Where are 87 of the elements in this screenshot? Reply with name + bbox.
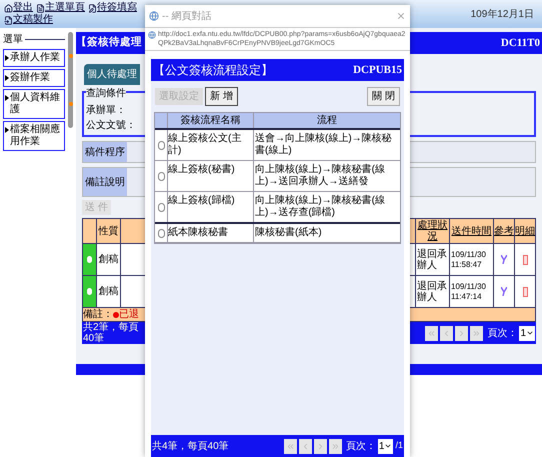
nav-link[interactable]: 登出 (4, 2, 33, 14)
sidebar-item[interactable]: 簽辦作業 (3, 69, 65, 87)
dialog-heading: 【公文簽核流程設定】 (153, 62, 273, 79)
field-label: 承辦單： (86, 105, 127, 116)
triangle-icon (5, 127, 9, 133)
table-cell: 線上簽核(歸檔) (168, 192, 254, 222)
close-button[interactable]: 關 閉 (367, 87, 400, 106)
table-cell: 退回承辦人 (415, 244, 449, 275)
nav-link[interactable]: 文稿製作 (4, 14, 53, 26)
detail-icon[interactable] (522, 286, 528, 296)
column-header: 性質 (97, 219, 121, 243)
browser-icon (149, 11, 159, 21)
radio-button[interactable] (158, 228, 164, 238)
close-icon[interactable] (396, 11, 406, 21)
first-page-button[interactable] (425, 326, 438, 340)
page-select[interactable]: 1 (378, 438, 394, 454)
double-chevron-right-icon (472, 328, 482, 338)
sidebar-item[interactable]: 檔案相關應用作業 (3, 121, 65, 151)
table-cell-text: 向上陳核(線上)→陳核秘書(線上)→送存查(歸檔) (254, 194, 386, 220)
browser-icon (148, 31, 156, 39)
nav-link[interactable]: 待簽填寫 (88, 2, 137, 14)
table-cell: 創稿 (97, 244, 121, 275)
table-cell: 線上簽核(秘書) (168, 161, 254, 191)
double-chevron-right-icon (330, 442, 340, 450)
dialog-code: DCPUB15 (353, 62, 402, 78)
note-text: 已退 (119, 308, 139, 322)
sidebar-title: 選單 (3, 33, 23, 47)
column-header: 簽核流程名稱 (168, 113, 254, 128)
next-page-button[interactable] (455, 326, 468, 340)
page-label: 頁次： (346, 440, 376, 454)
radio-button[interactable] (158, 202, 164, 212)
page-code: DC11T0 (500, 36, 540, 51)
reference-icon[interactable] (501, 255, 507, 264)
sidebar-item[interactable]: 承辦人作業 (3, 49, 65, 67)
record-count: 共2筆，每頁40筆 (83, 322, 140, 344)
tab[interactable]: 個人待處理 (84, 64, 140, 85)
radio-button[interactable] (158, 140, 164, 150)
column-header: 參考 (493, 219, 514, 243)
previous-page-button[interactable] (440, 326, 454, 340)
table-cell: 109/11/30 11:58:47 (449, 244, 493, 275)
date-text: 109年12月1日 (470, 8, 534, 22)
double-chevron-left-icon (286, 442, 295, 450)
radio-cell[interactable] (83, 244, 97, 275)
column-header: 明細 (514, 219, 535, 243)
table-cell-text: 陳核秘書(紙本) (254, 226, 323, 240)
table-cell-text: 向上陳核(線上)→陳核秘書(線上)→送回承辦人→送繕發 (254, 162, 386, 189)
page-label: 頁次： (487, 326, 518, 340)
table-cell: 創稿 (97, 276, 121, 307)
note-label: 備註： (83, 308, 113, 322)
detail-icon[interactable] (522, 254, 528, 264)
first-page-button[interactable] (284, 438, 297, 454)
triangle-icon (5, 55, 9, 61)
dialog-title: -- 網頁對話 (162, 10, 212, 24)
column-header: 流程 (316, 114, 338, 128)
dropdown-caret-icon (526, 329, 534, 337)
sidebar-item[interactable]: 個人資料維護 (3, 89, 65, 119)
table-cell: 紙本陳核秘書 (168, 224, 254, 242)
table-cell: 退回承辦人 (415, 276, 449, 307)
document-arrow-icon (4, 16, 13, 24)
table-cell-text: 送會→向上陳核(線上)→陳核秘書(線上) (254, 132, 393, 158)
reference-icon[interactable] (501, 287, 507, 296)
nav-link[interactable]: 主選單頁 (36, 2, 85, 14)
page-select[interactable]: 1 (519, 326, 535, 340)
home-icon (4, 4, 13, 12)
column-header: 處理狀況 (415, 219, 449, 243)
toolbar-button[interactable]: 新 增 (205, 87, 238, 106)
table-cell: 線上簽核公文(主計) (168, 130, 254, 160)
last-page-button[interactable] (470, 326, 484, 340)
field-label: 公文文號： (86, 120, 137, 131)
radio-button[interactable] (158, 172, 164, 180)
next-page-button[interactable] (314, 438, 327, 454)
double-chevron-left-icon (427, 328, 436, 338)
table-cell: 109/11/30 11:47:14 (449, 276, 493, 307)
triangle-icon (5, 95, 9, 101)
page-total: /1 (395, 439, 403, 452)
document-icon (36, 4, 45, 12)
pen-document-icon (88, 4, 97, 12)
sort-label: 稿件程序 (83, 142, 127, 162)
dropdown-caret-icon (384, 442, 392, 450)
radio-cell[interactable] (83, 276, 97, 307)
triangle-icon (5, 75, 9, 81)
remark-label: 備註說明 (83, 168, 127, 196)
previous-page-button[interactable] (298, 438, 312, 454)
last-page-button[interactable] (328, 438, 342, 454)
page-title: 【簽核待處理 (76, 35, 142, 50)
record-count: 共4筆，每頁40筆 (152, 440, 229, 454)
column-header: 送件時間 (449, 219, 493, 243)
